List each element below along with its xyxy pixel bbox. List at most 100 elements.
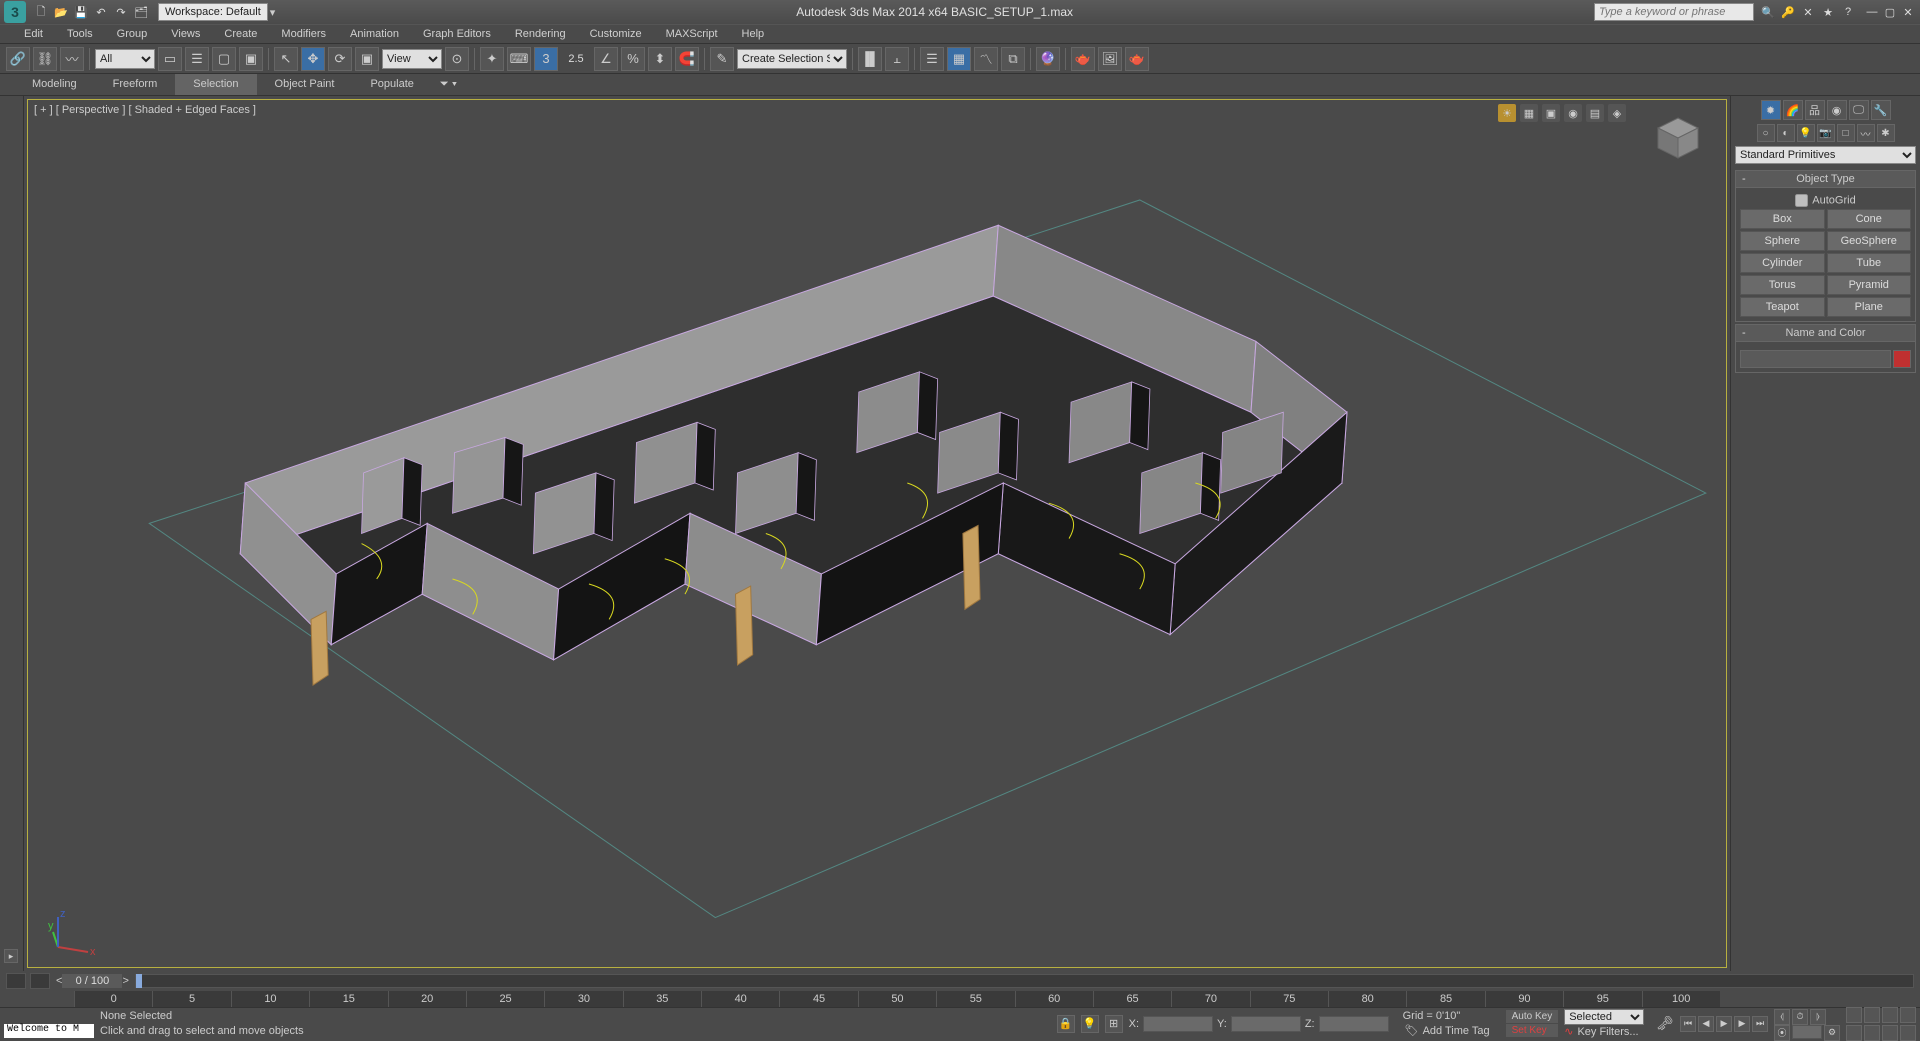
spacewarps-cat-icon[interactable]: 〰 bbox=[1857, 124, 1875, 142]
big-key-icon[interactable]: 🗝 bbox=[1656, 1015, 1674, 1032]
undo-icon[interactable]: ↶ bbox=[92, 3, 110, 21]
fov-icon[interactable] bbox=[1846, 1025, 1862, 1041]
curve-editor-icon[interactable]: 〽 bbox=[974, 47, 998, 71]
x-input[interactable] bbox=[1143, 1016, 1213, 1032]
pan-icon[interactable] bbox=[1864, 1025, 1880, 1041]
flyout-icon[interactable]: ▸ bbox=[4, 949, 18, 963]
help-icon[interactable]: ? bbox=[1840, 4, 1856, 20]
modify-panel-icon[interactable]: 🌈 bbox=[1783, 100, 1803, 120]
goto-start-icon[interactable]: ⏮ bbox=[1680, 1016, 1696, 1032]
menu-graph-editors[interactable]: Graph Editors bbox=[411, 25, 503, 43]
material-editor-icon[interactable]: 🔮 bbox=[1036, 47, 1060, 71]
viewport-label[interactable]: [ + ] [ Perspective ] [ Shaded + Edged F… bbox=[34, 104, 256, 116]
object-name-input[interactable] bbox=[1740, 350, 1891, 368]
manipulate-icon[interactable]: ✦ bbox=[480, 47, 504, 71]
layer-manager-icon[interactable]: ☰ bbox=[920, 47, 944, 71]
select-region-icon[interactable]: ▢ bbox=[212, 47, 236, 71]
open-file-icon[interactable]: 📂 bbox=[52, 3, 70, 21]
selection-lock-icon[interactable]: 🔒 bbox=[1057, 1015, 1075, 1033]
menu-edit[interactable]: Edit bbox=[12, 25, 55, 43]
create-panel-icon[interactable]: ✹ bbox=[1761, 100, 1781, 120]
vp-stats-icon[interactable]: ▤ bbox=[1586, 104, 1604, 122]
mini-listener-toggle-icon[interactable] bbox=[6, 973, 26, 989]
add-time-tag[interactable]: 🏷Add Time Tag bbox=[1395, 1024, 1500, 1037]
vp-shading-icon[interactable]: ▦ bbox=[1520, 104, 1538, 122]
ribbon-overflow-icon[interactable]: ⏷ ▾ bbox=[432, 74, 465, 95]
ribbon-tab-modeling[interactable]: Modeling bbox=[14, 74, 95, 95]
name-color-rollout-header[interactable]: - Name and Color bbox=[1735, 324, 1916, 342]
frame-display[interactable]: 0 / 100 bbox=[62, 974, 122, 988]
abs-rel-icon[interactable]: ⊞ bbox=[1105, 1015, 1123, 1033]
key-mode-toggle-icon[interactable]: ⦿ bbox=[1774, 1025, 1790, 1041]
minimize-icon[interactable]: — bbox=[1864, 5, 1880, 19]
favorites-icon[interactable]: ★ bbox=[1820, 4, 1836, 20]
current-frame-input[interactable] bbox=[1792, 1025, 1822, 1039]
motion-panel-icon[interactable]: ◉ bbox=[1827, 100, 1847, 120]
geometry-cat-icon[interactable]: ○ bbox=[1757, 124, 1775, 142]
zoom-icon[interactable] bbox=[1846, 1007, 1862, 1023]
snap-toggle-icon[interactable]: 3 bbox=[534, 47, 558, 71]
unlink-icon[interactable]: ⛓ bbox=[33, 47, 57, 71]
y-input[interactable] bbox=[1231, 1016, 1301, 1032]
window-crossing-icon[interactable]: ▣ bbox=[239, 47, 263, 71]
key-filters-button[interactable]: Key Filters... bbox=[1577, 1026, 1638, 1038]
search-go-icon[interactable]: 🔍 bbox=[1760, 4, 1776, 20]
menu-animation[interactable]: Animation bbox=[338, 25, 411, 43]
time-slider-track[interactable] bbox=[135, 974, 1914, 988]
select-by-name-icon[interactable]: ☰ bbox=[185, 47, 209, 71]
prim-teapot-button[interactable]: Teapot bbox=[1740, 297, 1825, 317]
orbit-icon[interactable] bbox=[1882, 1025, 1898, 1041]
time-ruler[interactable]: 0 5 10 15 20 25 30 35 40 45 50 55 60 65 … bbox=[74, 991, 1720, 1007]
helpers-cat-icon[interactable]: □ bbox=[1837, 124, 1855, 142]
ref-coord-dropdown[interactable]: View bbox=[382, 49, 442, 69]
spinner-snap-icon[interactable]: ⬍ bbox=[648, 47, 672, 71]
menu-help[interactable]: Help bbox=[730, 25, 777, 43]
menu-create[interactable]: Create bbox=[212, 25, 269, 43]
save-file-icon[interactable]: 💾 bbox=[72, 3, 90, 21]
named-selection-dropdown[interactable]: Create Selection Se bbox=[737, 49, 847, 69]
menu-customize[interactable]: Customize bbox=[578, 25, 654, 43]
prev-key-icon[interactable]: ⦉ bbox=[1774, 1009, 1790, 1025]
hierarchy-panel-icon[interactable]: 品 bbox=[1805, 100, 1825, 120]
rotate-icon[interactable]: ⟳ bbox=[328, 47, 352, 71]
prim-cone-button[interactable]: Cone bbox=[1827, 209, 1912, 229]
selection-filter-dropdown[interactable]: All bbox=[95, 49, 155, 69]
vp-safe-icon[interactable]: ◈ bbox=[1608, 104, 1626, 122]
object-type-rollout-header[interactable]: - Object Type bbox=[1735, 170, 1916, 188]
rendered-frame-icon[interactable]: 🖼 bbox=[1098, 47, 1122, 71]
shapes-cat-icon[interactable]: ◐ bbox=[1777, 124, 1795, 142]
prev-frame-icon[interactable]: ◀ bbox=[1698, 1016, 1714, 1032]
ribbon-tab-populate[interactable]: Populate bbox=[352, 74, 431, 95]
workspace-selector[interactable]: Workspace: Default bbox=[158, 3, 268, 21]
zoom-all-icon[interactable] bbox=[1864, 1007, 1880, 1023]
curve-toggle-icon[interactable] bbox=[30, 973, 50, 989]
prim-plane-button[interactable]: Plane bbox=[1827, 297, 1912, 317]
next-key-icon[interactable]: ⦊ bbox=[1810, 1009, 1826, 1025]
prim-geosphere-button[interactable]: GeoSphere bbox=[1827, 231, 1912, 251]
graphite-toggle-icon[interactable]: ▦ bbox=[947, 47, 971, 71]
primitives-dropdown[interactable]: Standard Primitives bbox=[1735, 146, 1916, 164]
time-config-icon[interactable]: ⏱ bbox=[1792, 1009, 1808, 1025]
display-panel-icon[interactable]: 🖵 bbox=[1849, 100, 1869, 120]
select-cursor-icon[interactable]: ↖ bbox=[274, 47, 298, 71]
viewcube-icon[interactable] bbox=[1648, 110, 1708, 170]
ribbon-tab-freeform[interactable]: Freeform bbox=[95, 74, 176, 95]
color-swatch[interactable] bbox=[1893, 350, 1911, 368]
move-icon[interactable]: ✥ bbox=[301, 47, 325, 71]
app-logo-icon[interactable]: 3 bbox=[4, 1, 26, 23]
prim-box-button[interactable]: Box bbox=[1740, 209, 1825, 229]
ribbon-tab-object-paint[interactable]: Object Paint bbox=[257, 74, 353, 95]
cameras-cat-icon[interactable]: 📷 bbox=[1817, 124, 1835, 142]
menu-tools[interactable]: Tools bbox=[55, 25, 105, 43]
redo-icon[interactable]: ↷ bbox=[112, 3, 130, 21]
project-icon[interactable]: 🗂 bbox=[132, 3, 150, 21]
mirror-icon[interactable]: ▐▌ bbox=[858, 47, 882, 71]
systems-cat-icon[interactable]: ✱ bbox=[1877, 124, 1895, 142]
exchange-icon[interactable]: ✕ bbox=[1800, 4, 1816, 20]
maximize-icon[interactable]: ▢ bbox=[1882, 5, 1898, 19]
render-setup-icon[interactable]: 🫖 bbox=[1071, 47, 1095, 71]
render-production-icon[interactable]: 🫖 bbox=[1125, 47, 1149, 71]
vp-light-icon[interactable]: ☀ bbox=[1498, 104, 1516, 122]
align-icon[interactable]: ⫠ bbox=[885, 47, 909, 71]
z-input[interactable] bbox=[1319, 1016, 1389, 1032]
